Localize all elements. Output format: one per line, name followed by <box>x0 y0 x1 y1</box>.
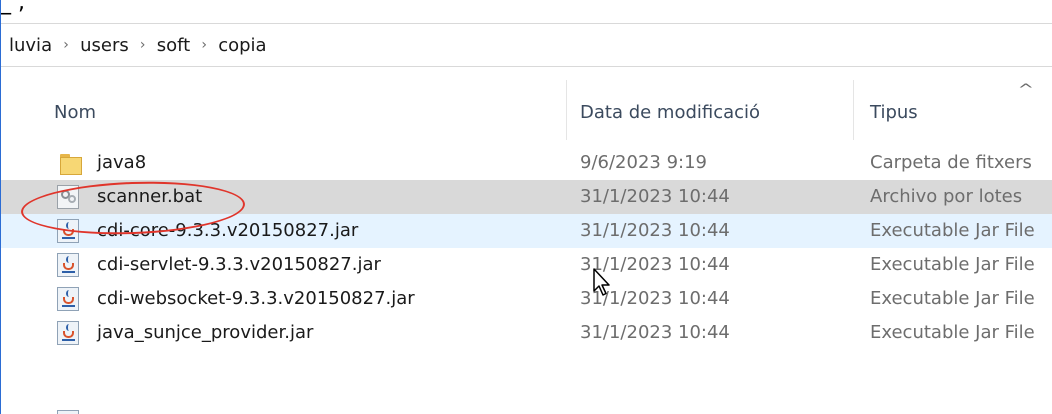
jar-file-icon <box>57 253 79 277</box>
file-type: Executable Jar File <box>870 220 1035 241</box>
file-date: 31/1/2023 10:44 <box>580 322 730 343</box>
file-date: 31/1/2023 10:44 <box>580 186 730 207</box>
title-bar-text-fragment: _ , <box>0 0 25 15</box>
folder-icon <box>57 151 82 175</box>
column-divider[interactable] <box>566 80 567 140</box>
file-name: cdi-websocket-9.3.3.v20150827.jar <box>97 288 415 309</box>
file-name: cdi-servlet-9.3.3.v20150827.jar <box>97 254 381 275</box>
jar-file-icon <box>57 287 79 311</box>
file-name: java8 <box>97 152 147 173</box>
file-row-partial[interactable] <box>1 400 1052 414</box>
file-row-java8[interactable]: java8 9/6/2023 9:19 Carpeta de fitxers <box>1 146 1052 180</box>
column-divider[interactable] <box>853 80 854 140</box>
file-date: 9/6/2023 9:19 <box>580 152 707 173</box>
jar-file-icon <box>57 410 79 414</box>
column-header-name[interactable]: Nom <box>54 102 96 123</box>
breadcrumb-separator-icon[interactable]: › <box>194 37 214 53</box>
sort-ascending-icon: ^ <box>1017 82 1035 98</box>
file-type: Carpeta de fitxers <box>870 152 1032 173</box>
breadcrumb-item-users[interactable]: users <box>76 35 133 56</box>
column-header-type[interactable]: Tipus <box>870 102 918 123</box>
breadcrumb-item-copia[interactable]: copia <box>214 35 270 56</box>
file-row-cdi-websocket[interactable]: cdi-websocket-9.3.3.v20150827.jar 31/1/2… <box>1 282 1052 316</box>
file-type: Executable Jar File <box>870 322 1035 343</box>
file-date: 31/1/2023 10:44 <box>580 220 730 241</box>
breadcrumb-separator-icon[interactable]: › <box>133 37 153 53</box>
file-list: java8 9/6/2023 9:19 Carpeta de fitxers s… <box>1 146 1052 350</box>
title-bar: _ , <box>0 0 1052 24</box>
file-name: java_sunjce_provider.jar <box>97 322 314 343</box>
file-type: Archivo por lotes <box>870 186 1023 207</box>
file-type: Executable Jar File <box>870 254 1035 275</box>
mouse-pointer-icon <box>593 268 610 296</box>
address-bar[interactable]: luvia › users › soft › copia <box>1 23 1052 67</box>
file-row-java-sunjce-provider[interactable]: java_sunjce_provider.jar 31/1/2023 10:44… <box>1 316 1052 350</box>
column-header-row: Nom Data de modificació Tipus ^ <box>1 80 1052 140</box>
breadcrumb-item-soft[interactable]: soft <box>153 35 194 56</box>
file-type: Executable Jar File <box>870 288 1035 309</box>
column-header-date[interactable]: Data de modificació <box>580 102 760 123</box>
jar-file-icon <box>57 321 79 345</box>
breadcrumb-item-luvia[interactable]: luvia <box>1 35 56 56</box>
file-row-cdi-servlet[interactable]: cdi-servlet-9.3.3.v20150827.jar 31/1/202… <box>1 248 1052 282</box>
breadcrumb-separator-icon[interactable]: › <box>56 37 76 53</box>
